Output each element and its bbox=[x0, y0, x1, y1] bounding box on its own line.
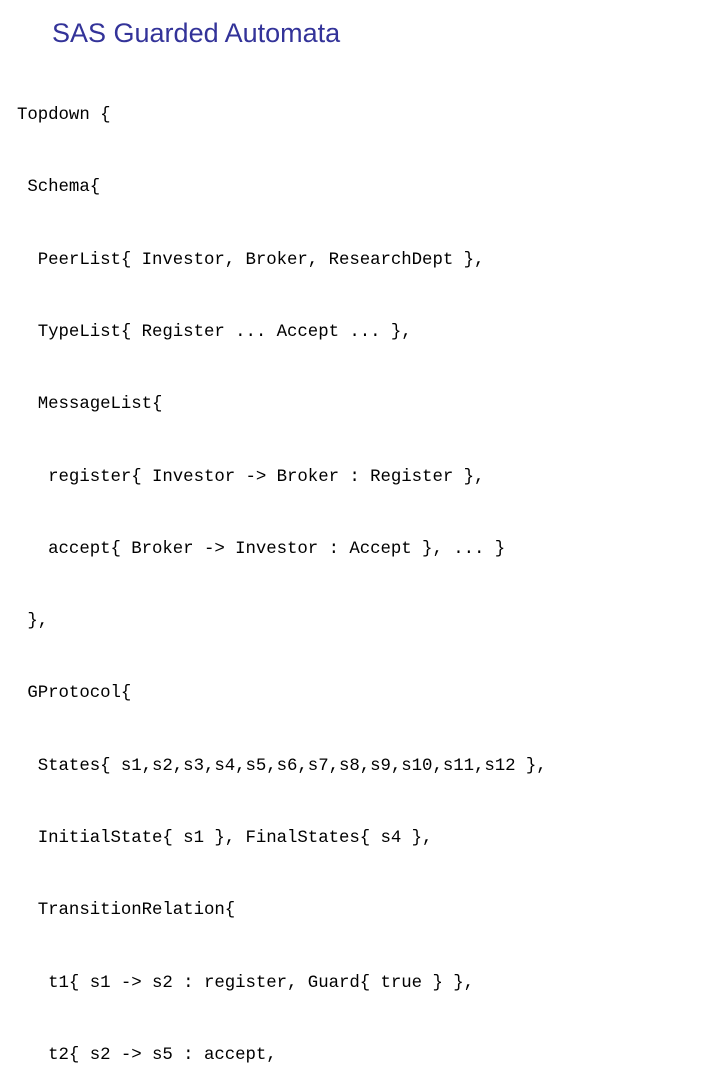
code-line: TypeList{ Register ... Accept ... }, bbox=[17, 323, 412, 343]
code-line: InitialState{ s1 }, FinalStates{ s4 }, bbox=[17, 829, 433, 848]
code-line: }, bbox=[17, 612, 49, 632]
code-line: MessageList{ bbox=[17, 395, 163, 415]
page-title: SAS Guarded Automata bbox=[52, 18, 341, 48]
code-listing: Topdown { Schema{ PeerList{ Investor, Br… bbox=[17, 56, 717, 1080]
code-line: Schema{ bbox=[17, 178, 101, 198]
code-line: register{ Investor -> Broker : Register … bbox=[17, 467, 485, 487]
code-line: t1{ s1 -> s2 : register, Guard{ true } }… bbox=[17, 973, 474, 993]
code-line: Topdown { bbox=[17, 106, 111, 126]
code-line: PeerList{ Investor, Broker, ResearchDept… bbox=[17, 250, 485, 270]
slide-canvas: SAS Guarded Automata Topdown { Schema{ P… bbox=[0, 0, 720, 1065]
code-line: States{ s1,s2,s3,s4,s5,s6,s7,s8,s9,s10,s… bbox=[17, 756, 547, 776]
code-line: GProtocol{ bbox=[17, 684, 132, 704]
code-line: t2{ s2 -> s5 : accept, bbox=[17, 1045, 277, 1065]
code-line: accept{ Broker -> Investor : Accept }, .… bbox=[17, 539, 506, 559]
code-line: TransitionRelation{ bbox=[17, 901, 236, 921]
